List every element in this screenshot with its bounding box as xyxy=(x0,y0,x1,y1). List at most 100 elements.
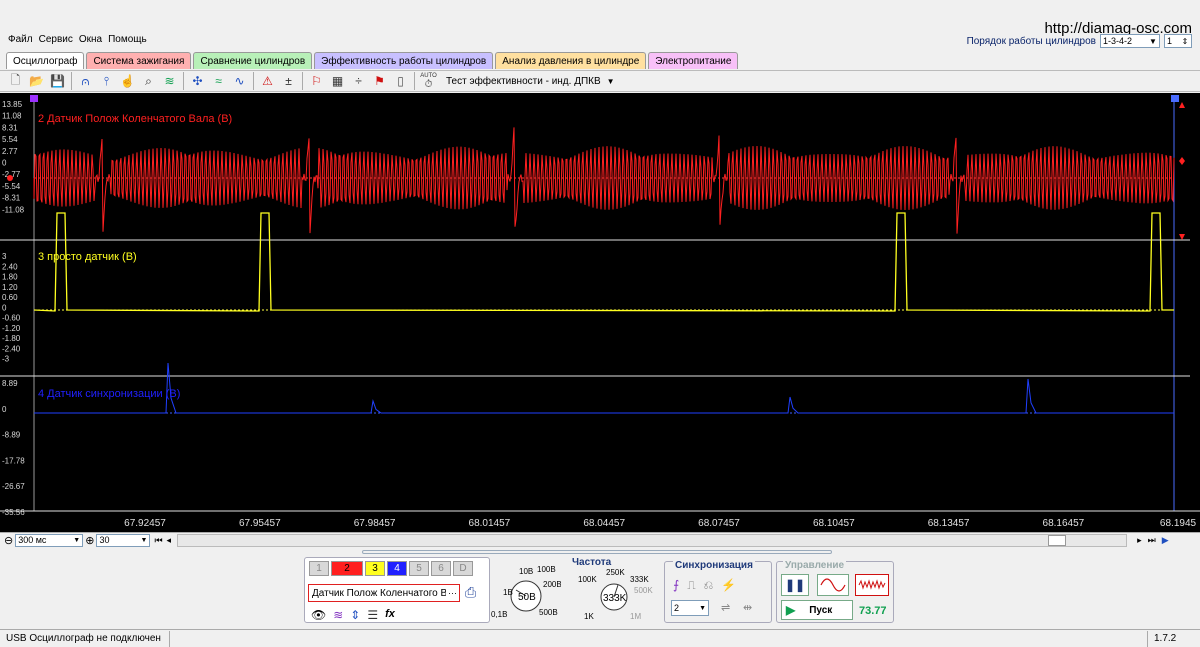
pulse-down-icon[interactable]: ⎌ xyxy=(704,578,714,593)
sync-option-icon[interactable]: ⇌ xyxy=(721,601,730,614)
y-tick-label: 2.40 xyxy=(2,262,18,271)
auto-scale-icon[interactable]: ⚠ xyxy=(258,72,277,90)
channel-button-4[interactable]: 4 xyxy=(387,561,407,576)
sine-mode-button[interactable] xyxy=(817,574,849,596)
document-icon[interactable]: ▯ xyxy=(391,72,410,90)
channel-button-3[interactable]: 3 xyxy=(365,561,385,576)
fit-icon[interactable]: ✣ xyxy=(188,72,207,90)
panel-splitter[interactable] xyxy=(362,550,832,554)
zoom-in-icon[interactable]: ⊕ xyxy=(85,534,94,547)
scope-canvas[interactable]: 13.8511.088.315.542.770-2.77-5.54-8.31-1… xyxy=(0,93,1200,539)
play-frames-icon[interactable]: ▶ xyxy=(1162,535,1169,546)
divide-icon[interactable]: ÷ xyxy=(349,72,368,90)
zoom-out-icon[interactable]: ⊖ xyxy=(4,534,13,547)
channel-name-select[interactable]: Датчик Полож Коленчатого Ва ··· xyxy=(308,584,460,602)
frequency-knob[interactable]: 250K 100K 333K 500K 1M 1K 333K xyxy=(568,567,662,623)
menu-help[interactable]: Помощь xyxy=(108,34,147,45)
channel-button-d[interactable]: D xyxy=(453,561,473,576)
time-scrollbar[interactable] xyxy=(177,533,1128,547)
marker-flag-icon[interactable]: ⚑ xyxy=(370,72,389,90)
tab-cylinder-efficiency[interactable]: Эффективность работы цилиндров xyxy=(314,52,494,69)
filter-icon[interactable]: ≋ xyxy=(160,72,179,90)
auto-icon[interactable]: AUTO ⏱ xyxy=(419,72,438,90)
y-tick-label: 8.89 xyxy=(2,379,18,388)
scope-display[interactable]: 13.85 11.08 8.31 5.54 2.77 0 -2.77 -5.54 -8.31 -1… xyxy=(0,93,1200,539)
table-icon[interactable]: ▦ xyxy=(328,72,347,90)
wave-icon[interactable]: ≋ xyxy=(333,608,343,622)
function-icon[interactable]: fx xyxy=(385,608,395,622)
y-tick-label: 0 xyxy=(2,159,7,168)
channel-button-5[interactable]: 5 xyxy=(409,561,429,576)
volt-knob[interactable]: 10В 100В 200В 500В 0,1В 1В 50В xyxy=(491,560,561,622)
y-tick-label: -0.60 xyxy=(2,314,21,323)
new-file-icon[interactable]: 🗋 xyxy=(6,72,25,90)
start-button[interactable]: ▶ Пуск xyxy=(781,600,853,620)
trigger-icon[interactable]: ⚐ xyxy=(307,72,326,90)
test-mode-select[interactable]: Тест эффективности - инд. ДПКВ ▼ xyxy=(446,76,615,87)
invert-icon[interactable]: ⇕ xyxy=(350,608,360,622)
tab-oscilloscope[interactable]: Осциллограф xyxy=(6,52,85,69)
channel-button-6[interactable]: 6 xyxy=(431,561,451,576)
first-frame-icon[interactable]: ⏮ xyxy=(154,535,162,546)
lines-icon[interactable]: ☰ xyxy=(367,608,378,622)
print-icon[interactable]: ⎙ xyxy=(465,584,476,601)
frame-count-select[interactable]: 30 ▼ xyxy=(96,533,151,547)
firing-order-select[interactable]: 1-3-4-2 ▼ xyxy=(1100,34,1160,48)
sync-edge-buttons: ⨍ ⎍ ⎌ ⚡ xyxy=(673,578,736,593)
overlay-icon[interactable]: ≈ xyxy=(209,72,228,90)
toolbar: 🗋 📂 💾 ⩀ ⫯ ☝ ⌕ ≋ ✣ ≈ ∿ ⚠ ± ⚐ ▦ ÷ ⚑ ▯ AUTO… xyxy=(0,70,1200,92)
toolbar-divider xyxy=(414,72,415,90)
save-icon[interactable]: 💾 xyxy=(48,72,67,90)
timebase-select[interactable]: 300 мс ▼ xyxy=(15,533,84,547)
auto-sync-icon[interactable]: ⚡ xyxy=(721,578,736,593)
channel-button-1[interactable]: 1 xyxy=(309,561,329,576)
tab-label: Электропитание xyxy=(655,55,732,67)
open-folder-icon[interactable]: 📂 xyxy=(27,72,46,90)
channel-button-2[interactable]: 2 xyxy=(331,561,363,576)
tab-pressure-analysis[interactable]: Анализ давления в цилиндре xyxy=(495,52,647,69)
freq-label-333k: 333K xyxy=(630,575,649,584)
firing-order-spinner[interactable]: 1 ⇕ xyxy=(1164,34,1192,48)
y-tick-label: -35.56 xyxy=(2,508,25,517)
sync-channel-value: 2 xyxy=(674,603,680,613)
volt-label-1: 1В xyxy=(503,588,513,597)
tab-label: Анализ давления в цилиндре xyxy=(502,55,640,67)
sync-position-icon[interactable]: ⇹ xyxy=(743,601,752,614)
tab-power-supply[interactable]: Электропитание xyxy=(648,52,739,69)
rising-edge-icon[interactable]: ⨍ xyxy=(673,578,679,593)
cursor-icon[interactable]: ⫯ xyxy=(97,72,116,90)
sync-channel-select[interactable]: 2 ▼ xyxy=(671,600,709,616)
ellipsis-icon: ··· xyxy=(448,588,457,598)
pause-icon: ❚❚ xyxy=(784,578,806,592)
zero-icon[interactable]: ± xyxy=(279,72,298,90)
last-frame-icon[interactable]: ⏭ xyxy=(1148,535,1156,546)
hand-pan-icon[interactable]: ☝ xyxy=(118,72,137,90)
play-icon: ▶ xyxy=(786,603,796,617)
channel-group: 1 2 3 4 5 6 D Датчик Полож Коленчатого В… xyxy=(304,557,561,623)
pulse-up-icon[interactable]: ⎍ xyxy=(687,578,695,593)
scrollbar-thumb[interactable] xyxy=(1048,534,1067,546)
y-tick-label: 8.31 xyxy=(2,123,18,132)
time-axis-label: 67.92457 xyxy=(124,518,166,529)
measure-icon[interactable]: ⩀ xyxy=(76,72,95,90)
menu-file[interactable]: Файл xyxy=(8,34,33,45)
menu-windows[interactable]: Окна xyxy=(79,34,102,45)
channel-tools: 👁 ≋ ⇕ ☰ fx xyxy=(311,608,395,622)
menu-service[interactable]: Сервис xyxy=(39,34,73,45)
pause-button[interactable]: ❚❚ xyxy=(781,574,809,596)
channel-name-value: Датчик Полож Коленчатого Ва xyxy=(312,587,446,599)
ch2-level-marker[interactable] xyxy=(7,175,13,181)
cursor-1-marker[interactable] xyxy=(30,95,38,102)
prev-frame-icon[interactable]: ◂ xyxy=(167,535,172,546)
wave-compare-icon[interactable]: ∿ xyxy=(230,72,249,90)
eye-icon[interactable]: 👁 xyxy=(311,608,326,622)
noise-mode-button[interactable] xyxy=(855,574,889,596)
tab-ignition[interactable]: Система зажигания xyxy=(86,52,192,69)
tab-cylinder-compare[interactable]: Сравнение цилиндров xyxy=(193,52,313,69)
next-frame-icon[interactable]: ▸ xyxy=(1137,535,1142,546)
y-tick-label: -3 xyxy=(2,355,10,364)
cursor-2-marker[interactable] xyxy=(1171,95,1179,102)
zoom-icon[interactable]: ⌕ xyxy=(139,72,158,90)
time-axis-label: 67.95457 xyxy=(239,518,281,529)
chevron-down-icon: ▼ xyxy=(140,536,148,544)
